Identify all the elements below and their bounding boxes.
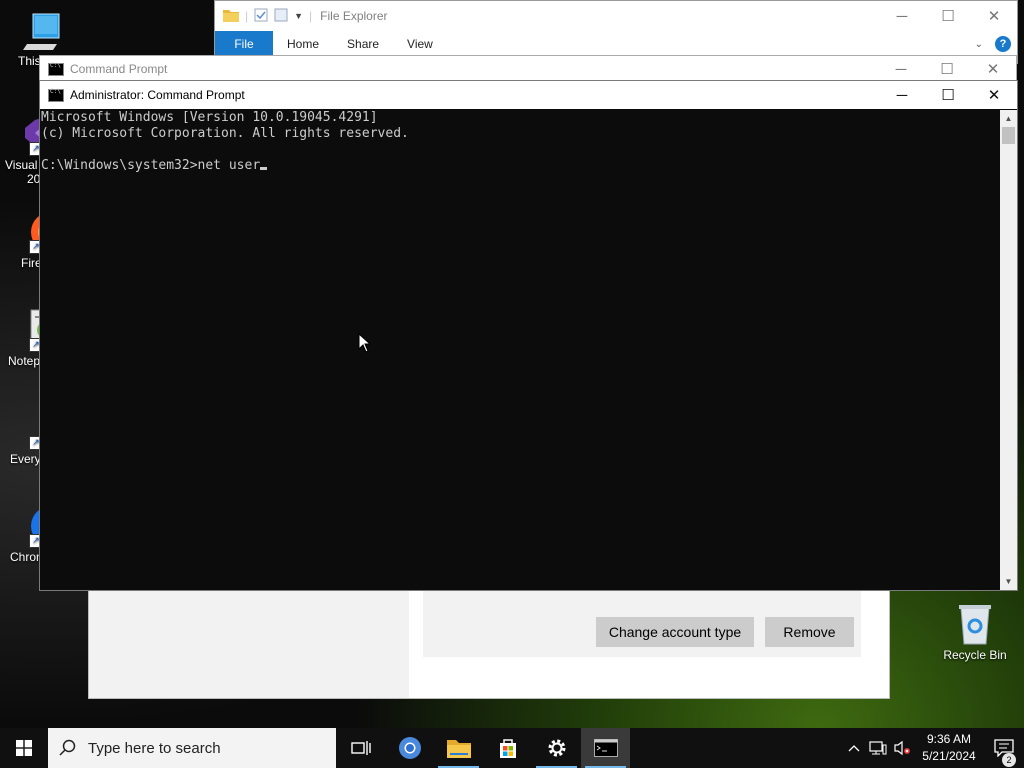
chrome-icon <box>398 737 421 759</box>
admin-command-prompt-window[interactable]: Administrator: Command Prompt ─ ☐ ✕ Micr… <box>39 80 1018 591</box>
scroll-up-arrow-icon[interactable]: ▲ <box>1000 110 1017 127</box>
tab-home[interactable]: Home <box>273 31 333 57</box>
minimize-button[interactable]: ─ <box>878 56 924 82</box>
taskbar-search-box[interactable]: Type here to search <box>48 728 336 768</box>
close-button[interactable]: ✕ <box>970 56 1016 82</box>
task-view-icon <box>350 741 371 755</box>
taskbar-clock[interactable]: 9:36 AM 5/21/2024 <box>914 731 984 765</box>
remove-account-button[interactable]: Remove <box>765 617 854 647</box>
taskbar-command-prompt-button[interactable] <box>581 728 630 768</box>
store-icon <box>499 739 516 758</box>
command-prompt-icon <box>48 88 64 102</box>
search-placeholder: Type here to search <box>88 739 221 757</box>
scroll-down-arrow-icon[interactable]: ▼ <box>1000 573 1017 590</box>
console-input-text: C:\Windows\system32>net user <box>41 158 261 173</box>
minimize-button[interactable]: ─ <box>879 1 925 31</box>
properties-icon[interactable] <box>254 8 268 25</box>
search-icon <box>48 739 88 757</box>
system-tray: 9:36 AM 5/21/2024 2 <box>842 728 1024 768</box>
new-folder-icon[interactable] <box>274 8 288 25</box>
change-account-type-button[interactable]: Change account type <box>596 617 754 647</box>
file-explorer-ribbon: File Home Share View ⌄ ? <box>215 31 1017 57</box>
taskbar-chrome-button[interactable] <box>385 728 434 768</box>
command-prompt-icon <box>593 739 618 757</box>
folder-icon <box>223 8 239 25</box>
text-cursor <box>260 167 268 170</box>
admin-command-prompt-title: Administrator: Command Prompt <box>70 88 245 102</box>
taskbar-settings-button[interactable] <box>532 728 581 768</box>
minimize-button[interactable]: ─ <box>879 81 925 109</box>
start-button[interactable] <box>0 728 48 768</box>
maximize-button[interactable]: ☐ <box>925 1 971 31</box>
tab-file[interactable]: File <box>215 31 273 57</box>
desktop-icon-recycle-bin[interactable]: Recycle Bin <box>938 602 1012 662</box>
close-button[interactable]: ✕ <box>971 1 1017 31</box>
volume-muted-icon[interactable] <box>890 740 914 756</box>
command-prompt-window-background[interactable]: Command Prompt ─ ☐ ✕ <box>39 55 1017 83</box>
settings-icon <box>548 739 565 757</box>
task-view-button[interactable] <box>336 728 385 768</box>
file-explorer-icon <box>446 740 471 758</box>
console-scrollbar[interactable]: ▲ ▼ <box>1000 110 1017 590</box>
console-prompt-line[interactable]: C:\Windows\system32>net user <box>41 158 1000 174</box>
scrollbar-thumb[interactable] <box>1002 127 1015 144</box>
maximize-button[interactable]: ☐ <box>924 56 970 82</box>
command-prompt-title: Command Prompt <box>70 62 168 76</box>
mouse-pointer-icon <box>358 332 372 356</box>
quick-access-dropdown-icon[interactable]: ▼ <box>294 11 303 21</box>
console-line: ​ <box>41 142 1000 158</box>
notification-count-badge: 2 <box>1002 753 1016 767</box>
command-prompt-icon <box>48 62 64 76</box>
network-icon[interactable] <box>866 740 890 756</box>
console-line: Microsoft Windows [Version 10.0.19045.42… <box>41 110 378 125</box>
admin-command-prompt-titlebar[interactable]: Administrator: Command Prompt ─ ☐ ✕ <box>40 81 1017 109</box>
windows-logo-icon <box>16 740 32 756</box>
desktop-icon-label: Recycle Bin <box>943 648 1007 662</box>
console-line: (c) Microsoft Corporation. All rights re… <box>41 126 409 141</box>
clock-time: 9:36 AM <box>926 732 972 746</box>
file-explorer-titlebar[interactable]: | ▼ | File Explorer ─ ☐ ✕ <box>215 1 1017 31</box>
tab-share[interactable]: Share <box>333 31 393 57</box>
recycle-bin-icon <box>953 602 997 646</box>
close-button[interactable]: ✕ <box>971 81 1017 109</box>
help-icon[interactable]: ? <box>995 36 1011 52</box>
action-center-button[interactable]: 2 <box>984 739 1024 767</box>
taskbar-store-button[interactable] <box>483 728 532 768</box>
file-explorer-title: File Explorer <box>320 9 388 23</box>
show-hidden-icons-chevron-icon[interactable] <box>842 744 866 752</box>
taskbar: Type here to search 9:36 AM 5/21/2024 2 <box>0 728 1024 768</box>
ribbon-expand-icon[interactable]: ⌄ <box>975 39 983 50</box>
clock-date: 5/21/2024 <box>922 749 976 763</box>
tab-view[interactable]: View <box>393 31 447 57</box>
computer-icon <box>17 8 61 52</box>
console-output[interactable]: Microsoft Windows [Version 10.0.19045.42… <box>40 110 1000 590</box>
taskbar-file-explorer-button[interactable] <box>434 728 483 768</box>
maximize-button[interactable]: ☐ <box>925 81 971 109</box>
